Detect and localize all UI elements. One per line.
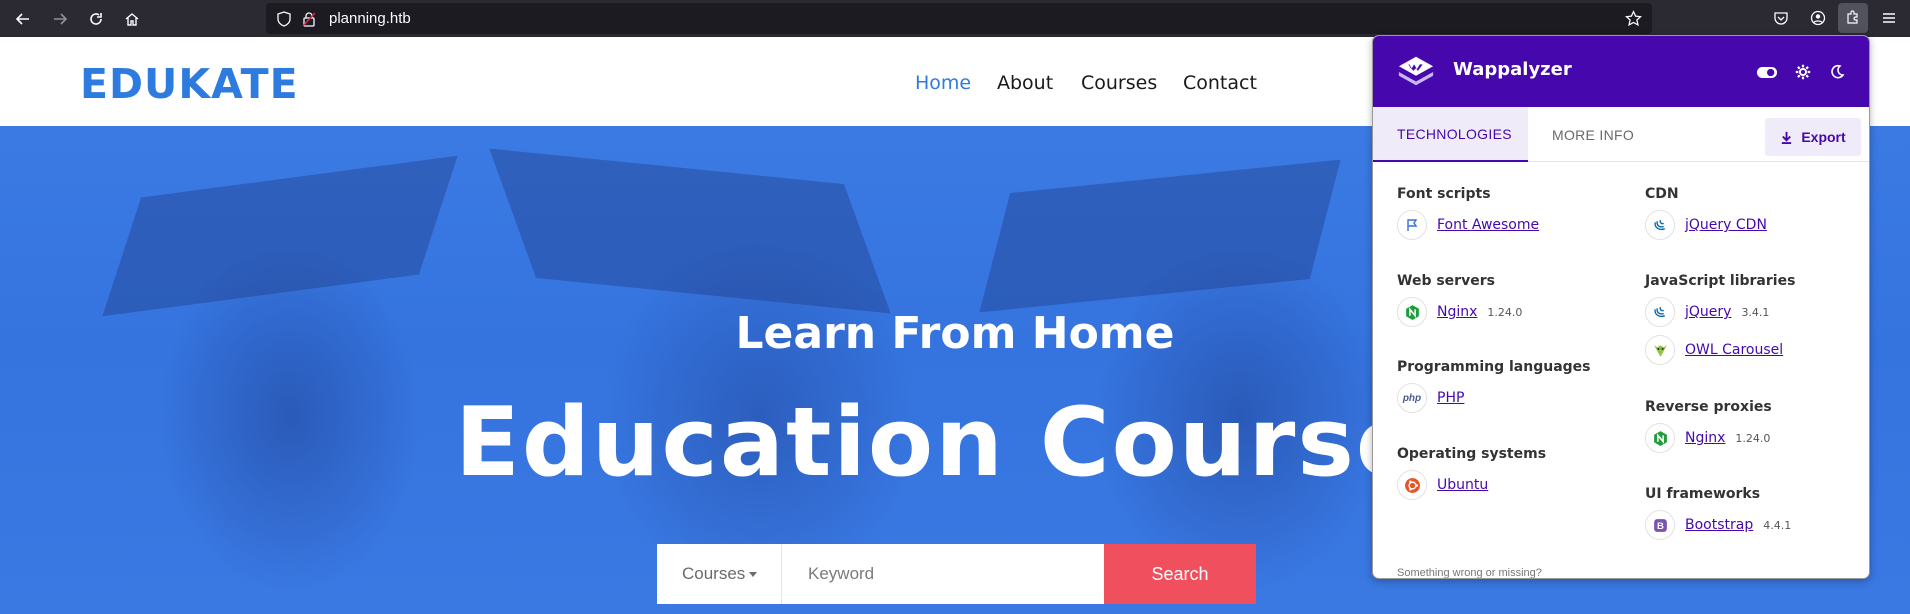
search-button[interactable]: Search xyxy=(1104,544,1256,604)
graduation-cap-shape xyxy=(489,148,891,314)
reload-icon xyxy=(90,13,102,25)
wappalyzer-popup: Wappalyzer TECHNOLOGIES MORE INFO Export… xyxy=(1372,35,1870,579)
tech-item[interactable]: php PHP xyxy=(1397,383,1464,413)
lock-icon[interactable] xyxy=(301,11,317,27)
back-button[interactable] xyxy=(7,3,39,35)
settings-button[interactable] xyxy=(1791,60,1815,84)
flag-icon xyxy=(1397,210,1427,240)
nav-contact[interactable]: Contact xyxy=(1183,72,1257,94)
shield-icon[interactable] xyxy=(276,11,292,27)
tech-link[interactable]: Bootstrap xyxy=(1685,517,1753,533)
category-ui-frameworks: UI frameworks xyxy=(1645,486,1761,502)
extensions-icon xyxy=(1847,10,1858,24)
tech-item[interactable]: Nginx 1.24.0 xyxy=(1397,297,1522,327)
category-reverse-proxies: Reverse proxies xyxy=(1645,399,1772,415)
tech-item[interactable]: B Bootstrap 4.4.1 xyxy=(1645,510,1791,540)
php-icon: php xyxy=(1397,383,1427,413)
toggle-button[interactable] xyxy=(1755,60,1779,84)
courses-dropdown[interactable]: Courses xyxy=(657,544,782,604)
pocket-button[interactable] xyxy=(1766,3,1796,33)
jquery-icon xyxy=(1645,210,1675,240)
feedback-link[interactable]: Something wrong or missing? xyxy=(1397,567,1542,578)
forward-button[interactable] xyxy=(44,3,76,35)
nginx-icon xyxy=(1645,423,1675,453)
tech-item[interactable]: jQuery 3.4.1 xyxy=(1645,297,1769,327)
owl-icon xyxy=(1645,335,1675,365)
reload-button[interactable] xyxy=(80,3,112,35)
bootstrap-icon: B xyxy=(1645,510,1675,540)
category-font-scripts: Font scripts xyxy=(1397,186,1491,202)
tab-technologies[interactable]: TECHNOLOGIES xyxy=(1373,107,1528,162)
nav-home[interactable]: Home xyxy=(915,72,971,94)
ubuntu-icon xyxy=(1397,470,1427,500)
menu-icon xyxy=(1883,13,1895,23)
graduation-cap-shape xyxy=(102,155,458,317)
nav-courses[interactable]: Courses xyxy=(1081,72,1157,94)
tech-link[interactable]: jQuery CDN xyxy=(1685,217,1767,233)
extensions-button[interactable] xyxy=(1838,3,1868,33)
account-button[interactable] xyxy=(1803,3,1833,33)
tech-item[interactable]: OWL Carousel xyxy=(1645,335,1783,365)
category-javascript-libraries: JavaScript libraries xyxy=(1645,273,1796,289)
forward-icon xyxy=(54,13,68,25)
home-icon xyxy=(125,13,139,26)
tech-version: 4.4.1 xyxy=(1763,518,1792,532)
toggle-icon xyxy=(1756,66,1778,78)
wappalyzer-logo-icon xyxy=(1398,56,1434,86)
star-icon[interactable] xyxy=(1625,10,1642,27)
nav-about[interactable]: About xyxy=(997,72,1053,94)
graduation-cap-shape xyxy=(979,159,1341,313)
download-icon xyxy=(1782,131,1792,144)
category-web-servers: Web servers xyxy=(1397,273,1495,289)
site-logo[interactable]: EDUKATE xyxy=(80,60,299,108)
tech-version: 1.24.0 xyxy=(1487,305,1523,319)
export-button[interactable]: Export xyxy=(1765,118,1861,156)
tech-item[interactable]: jQuery CDN xyxy=(1645,210,1767,240)
caret-down-icon xyxy=(749,571,758,577)
keyword-input[interactable] xyxy=(782,544,1104,604)
jquery-icon xyxy=(1645,297,1675,327)
tech-item[interactable]: Nginx 1.24.0 xyxy=(1645,423,1770,453)
browser-toolbar: planning.htb xyxy=(0,0,1910,37)
wappalyzer-header: Wappalyzer xyxy=(1373,36,1869,107)
courses-dropdown-label: Courses xyxy=(682,564,746,583)
gear-icon xyxy=(1795,64,1811,80)
account-icon xyxy=(1810,10,1826,26)
theme-button[interactable] xyxy=(1825,60,1849,84)
url-bar[interactable]: planning.htb xyxy=(266,3,1652,34)
nginx-icon xyxy=(1397,297,1427,327)
tech-link[interactable]: Ubuntu xyxy=(1437,477,1488,493)
tab-more-info[interactable]: MORE INFO xyxy=(1528,107,1658,162)
export-label: Export xyxy=(1801,129,1846,145)
app-menu-button[interactable] xyxy=(1874,3,1904,33)
pocket-icon xyxy=(1774,12,1788,25)
back-icon xyxy=(15,13,29,25)
moon-icon xyxy=(1831,64,1845,79)
tech-link[interactable]: PHP xyxy=(1437,390,1464,406)
tech-link[interactable]: Nginx xyxy=(1437,304,1477,320)
tech-link[interactable]: Font Awesome xyxy=(1437,217,1539,233)
category-operating-systems: Operating systems xyxy=(1397,446,1547,462)
wappalyzer-brand: Wappalyzer xyxy=(1453,59,1572,80)
url-text[interactable]: planning.htb xyxy=(329,10,411,27)
tech-version: 3.4.1 xyxy=(1741,305,1770,319)
tech-version: 1.24.0 xyxy=(1735,431,1771,445)
tech-item[interactable]: Font Awesome xyxy=(1397,210,1539,240)
category-programming-languages: Programming languages xyxy=(1397,359,1591,375)
tech-item[interactable]: Ubuntu xyxy=(1397,470,1488,500)
course-search-form: Courses Search xyxy=(657,544,1256,604)
tech-link[interactable]: OWL Carousel xyxy=(1685,342,1783,358)
category-cdn: CDN xyxy=(1645,186,1679,202)
svg-text:B: B xyxy=(1657,521,1664,532)
tech-link[interactable]: Nginx xyxy=(1685,430,1725,446)
home-button[interactable] xyxy=(116,3,148,35)
tech-link[interactable]: jQuery xyxy=(1685,304,1731,320)
hero-title: Education Course xyxy=(455,388,1423,498)
